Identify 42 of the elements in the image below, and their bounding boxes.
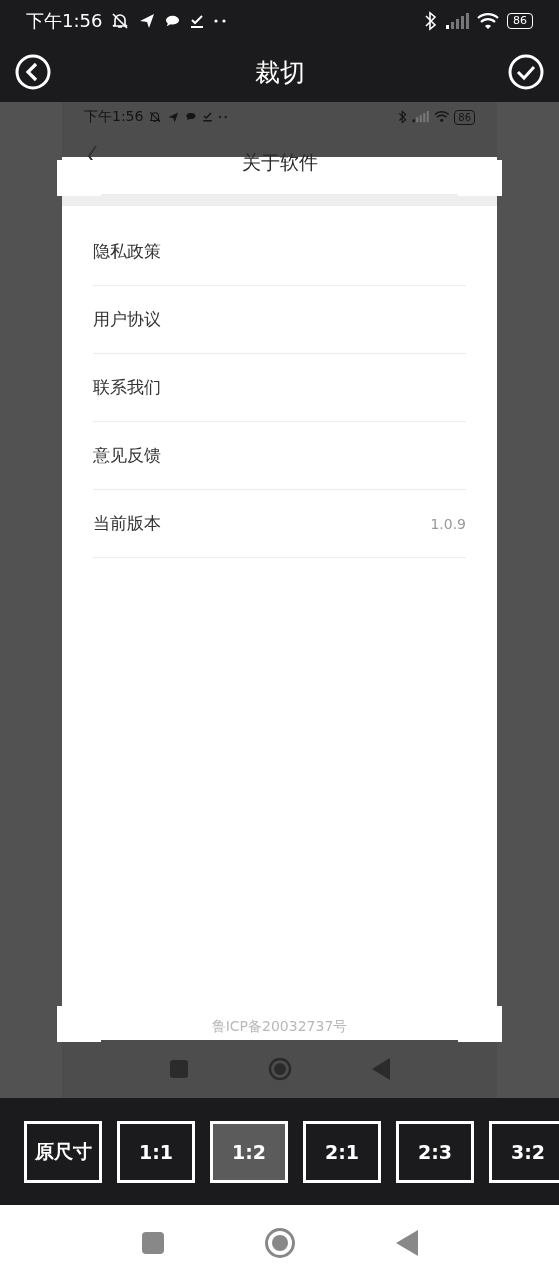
download-done-icon: [189, 13, 206, 29]
back-button[interactable]: [14, 53, 52, 91]
ratio-button[interactable]: 2:3: [396, 1120, 474, 1183]
ratio-button[interactable]: 1:1: [117, 1120, 195, 1183]
crop-handle[interactable]: [57, 160, 101, 196]
ratio-button[interactable]: 1:2: [210, 1120, 288, 1183]
settings-row[interactable]: 联系我们: [93, 354, 466, 422]
bluetooth-icon: [398, 110, 408, 124]
ratio-button[interactable]: 原尺寸: [24, 1120, 102, 1183]
home-icon: [267, 1057, 292, 1081]
battery-level: 86: [507, 12, 533, 30]
recents-icon: [169, 1060, 188, 1078]
chat-icon: [185, 111, 197, 123]
download-done-icon: [201, 111, 214, 123]
settings-row[interactable]: 隐私政策: [93, 218, 466, 286]
more-dots-icon: [213, 18, 228, 24]
send-icon: [138, 12, 157, 30]
settings-row[interactable]: 意见反馈: [93, 422, 466, 490]
preview-title: 关于软件: [241, 150, 318, 175]
crop-handle[interactable]: [458, 160, 502, 196]
recents-icon[interactable]: [141, 1231, 164, 1254]
settings-row[interactable]: 当前版本 1.0.9: [93, 490, 466, 558]
ratio-button[interactable]: 3:2: [489, 1120, 559, 1183]
signal-icon: [445, 13, 469, 29]
more-dots-icon: [218, 114, 228, 120]
signal-icon: [412, 111, 429, 123]
page-title: 裁切: [254, 56, 305, 89]
wifi-icon: [477, 12, 499, 30]
back-icon[interactable]: [395, 1229, 418, 1256]
license-text: 鲁ICP备20032737号: [211, 1018, 348, 1036]
send-icon: [167, 110, 181, 124]
back-icon: [371, 1058, 390, 1080]
version-value: 1.0.9: [430, 515, 466, 532]
ratio-button[interactable]: 2:1: [303, 1120, 381, 1183]
wifi-icon: [433, 111, 450, 123]
battery-level: 86: [454, 109, 475, 125]
confirm-button[interactable]: [507, 53, 545, 91]
status-time: 下午1:56: [26, 9, 103, 33]
home-icon[interactable]: [263, 1226, 296, 1259]
settings-row[interactable]: 用户协议: [93, 286, 466, 354]
bluetooth-icon: [424, 11, 437, 31]
muted-bell-icon: [148, 110, 163, 124]
